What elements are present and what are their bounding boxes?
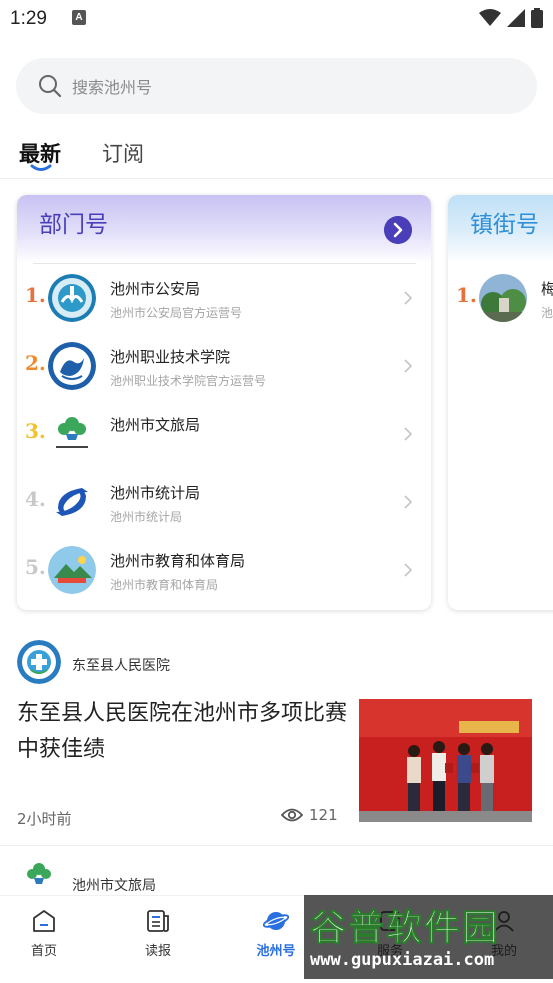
- article-views: 121: [281, 806, 338, 824]
- rank-number: 3.: [25, 419, 46, 443]
- department-card: 部门号 1. 池州市公安局 池州市公安局官方运营号 2. 池州职业技术学院 池州…: [17, 195, 431, 610]
- rank-number: 1.: [25, 283, 46, 307]
- education-logo-icon: [48, 546, 96, 594]
- item-description: 池州职业技术学院官方运营号: [110, 374, 267, 388]
- article-source-name: 东至县人民医院: [72, 658, 170, 674]
- town-card-title: 镇街号: [470, 212, 539, 238]
- department-card-title: 部门号: [39, 212, 108, 238]
- notification-a-icon: A: [72, 10, 86, 25]
- search-input[interactable]: 搜索池州号: [16, 58, 537, 114]
- nav-label: 首页: [30, 944, 57, 959]
- article-title[interactable]: 东至县人民医院在池州市多项比赛中获佳绩: [17, 696, 347, 768]
- rank-number: 2.: [25, 351, 46, 375]
- watermark: 谷普软件园 www.gupuxiazai.com: [304, 895, 553, 979]
- item-name: 池州职业技术学院: [110, 348, 231, 366]
- tabs-divider: [0, 178, 553, 179]
- chevron-right-icon: [404, 427, 413, 441]
- search-placeholder: 搜索池州号: [72, 78, 153, 97]
- item-description: 池: [541, 306, 553, 320]
- department-item-police[interactable]: 1. 池州市公安局 池州市公安局官方运营号: [17, 265, 431, 333]
- department-item-culture-tourism[interactable]: 3. 池州市文旅局: [17, 401, 431, 469]
- rank-number: 1.: [456, 283, 477, 307]
- chevron-right-icon: [404, 495, 413, 509]
- item-description: 池州市教育和体育局: [110, 578, 219, 592]
- chevron-right-icon: [404, 291, 413, 305]
- department-card-header: 部门号: [17, 195, 431, 263]
- town-card[interactable]: 镇街号 1. 梅 池: [448, 195, 553, 610]
- chevron-right-icon: [404, 563, 413, 577]
- police-logo-icon: [48, 274, 96, 322]
- department-item-statistics[interactable]: 4. 池州市统计局 池州市统计局: [17, 469, 431, 537]
- battery-icon: [531, 8, 543, 28]
- search-icon: [39, 75, 62, 98]
- town-photo-icon: [479, 274, 527, 322]
- newspaper-icon: [147, 910, 169, 932]
- nav-label: 池州号: [256, 944, 296, 959]
- status-icons: [479, 8, 543, 28]
- nav-label: 读报: [144, 944, 171, 959]
- tab-subscribe[interactable]: 订阅: [102, 138, 144, 168]
- status-time: 1:29: [10, 8, 47, 29]
- department-more-button[interactable]: [384, 216, 412, 244]
- next-article-source[interactable]: 池州市文旅局: [17, 858, 517, 894]
- culture-tourism-logo-icon: [48, 410, 96, 458]
- planet-icon: [263, 912, 289, 930]
- eye-icon: [281, 808, 303, 822]
- watermark-title: 谷普软件园: [309, 908, 501, 950]
- nav-newspaper[interactable]: 读报: [123, 908, 193, 959]
- rank-number: 4.: [25, 487, 46, 511]
- department-item-education[interactable]: 5. 池州市教育和体育局 池州市教育和体育局: [17, 537, 431, 605]
- item-description: 池州市统计局: [110, 510, 183, 524]
- item-name: 梅: [541, 280, 553, 298]
- next-article-source-name: 池州市文旅局: [72, 878, 156, 894]
- article-views-count: 121: [309, 806, 338, 824]
- college-logo-icon: [48, 342, 96, 390]
- article-source[interactable]: 东至县人民医院: [17, 640, 517, 688]
- watermark-url: www.gupuxiazai.com: [310, 950, 495, 970]
- status-bar: 1:29 A: [0, 0, 553, 38]
- culture-tourism-logo-icon: [27, 863, 51, 884]
- rank-number: 5.: [25, 555, 46, 579]
- item-name: 池州市统计局: [110, 484, 201, 502]
- town-card-header: 镇街号: [448, 195, 553, 263]
- item-name: 池州市公安局: [110, 280, 201, 298]
- department-item-college[interactable]: 2. 池州职业技术学院 池州职业技术学院官方运营号: [17, 333, 431, 401]
- item-name: 池州市文旅局: [110, 416, 201, 434]
- hospital-logo-icon: [17, 640, 61, 684]
- article-time: 2小时前: [17, 810, 72, 828]
- card-divider: [33, 263, 416, 264]
- tab-active-indicator: [30, 164, 52, 171]
- nav-chizhou-hao[interactable]: 池州号: [241, 908, 311, 959]
- signal-icon: [507, 9, 525, 27]
- statistics-logo-icon: [48, 478, 96, 526]
- article-divider: [0, 845, 553, 846]
- item-name: 池州市教育和体育局: [110, 552, 246, 570]
- chevron-right-icon: [404, 359, 413, 373]
- article-thumbnail[interactable]: [359, 699, 532, 822]
- item-description: 池州市公安局官方运营号: [110, 306, 243, 320]
- nav-home[interactable]: 首页: [9, 908, 79, 959]
- wifi-icon: [479, 9, 501, 26]
- home-icon: [33, 910, 55, 932]
- town-item[interactable]: 1. 梅 池: [448, 265, 553, 333]
